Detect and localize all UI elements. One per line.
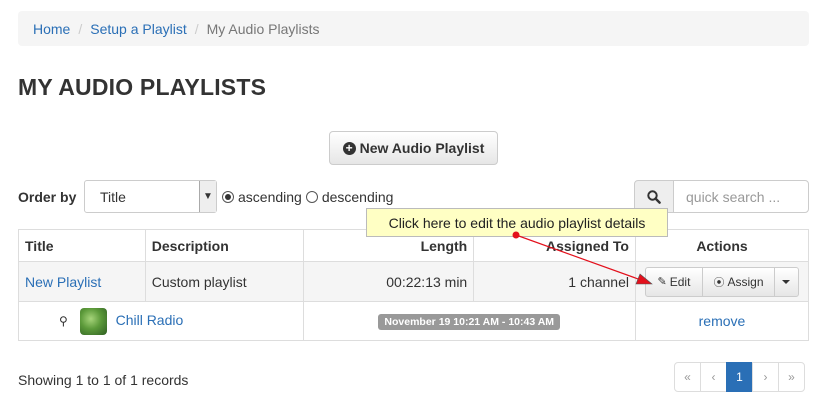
descending-radio[interactable] (305, 191, 318, 203)
column-header-description[interactable]: Description (144, 229, 304, 262)
pagination-next[interactable]: › (752, 362, 779, 392)
records-summary: Showing 1 to 1 of 1 records (18, 372, 189, 388)
caret-down-icon (782, 279, 791, 284)
breadcrumb-separator: / (78, 20, 83, 37)
edit-icon: ✎ (657, 276, 667, 288)
annotation-callout: Click here to edit the audio playlist de… (366, 208, 668, 237)
breadcrumb-setup-link[interactable]: Setup a Playlist (90, 21, 187, 37)
order-by-label: Order by (18, 189, 77, 205)
column-header-title[interactable]: Title (18, 229, 146, 262)
channel-thumbnail (79, 307, 107, 335)
channel-cell: ⚲ Chill Radio (18, 301, 304, 341)
pagination-last[interactable]: » (778, 362, 805, 392)
edit-button[interactable]: ✎ Edit (644, 266, 703, 297)
pagination-current[interactable]: 1 (726, 362, 753, 392)
quick-search-input[interactable] (673, 180, 809, 213)
playlists-table: Title Description Length Assigned To Act… (18, 229, 810, 341)
table-sub-row: ⚲ Chill Radio November 19 10:21 AM - 10:… (18, 301, 810, 341)
actions-button-group: ✎ Edit ⦿ Assign (644, 266, 799, 297)
assign-icon: ⦿ (713, 276, 725, 289)
plus-circle-icon: + (342, 141, 356, 155)
breadcrumb-current: My Audio Playlists (206, 20, 320, 37)
map-marker-icon: ⚲ (59, 314, 68, 328)
playlist-description: Custom playlist (144, 261, 304, 302)
table-row: New Playlist Custom playlist 00:22:13 mi… (18, 261, 810, 302)
breadcrumb-separator: / (194, 20, 199, 37)
playlist-length: 00:22:13 min (302, 261, 475, 302)
channel-link[interactable]: Chill Radio (116, 312, 184, 328)
pagination-prev[interactable]: ‹ (700, 362, 727, 392)
assign-label: Assign (727, 274, 764, 289)
playlist-assigned-to: 1 channel (473, 261, 636, 302)
new-audio-playlist-button[interactable]: + New Audio Playlist (329, 131, 498, 165)
schedule-time-badge: November 19 10:21 AM - 10:43 AM (378, 314, 561, 330)
pagination: « ‹ 1 › » (674, 362, 805, 392)
search-icon (647, 189, 661, 204)
edit-label: Edit (669, 274, 691, 289)
ascending-radio[interactable] (222, 191, 234, 203)
chevron-down-icon[interactable]: ▼ (199, 181, 216, 212)
order-by-selected: Title (100, 188, 126, 205)
actions-cell: ✎ Edit ⦿ Assign (634, 261, 810, 302)
new-audio-playlist-label: New Audio Playlist (359, 140, 485, 156)
ascending-label[interactable]: ascending (238, 189, 302, 205)
remove-link[interactable]: remove (699, 313, 746, 329)
schedule-cell: November 19 10:21 AM - 10:43 AM (302, 301, 636, 341)
breadcrumb: Home / Setup a Playlist / My Audio Playl… (18, 11, 809, 46)
assign-button[interactable]: ⦿ Assign (701, 266, 775, 297)
playlist-title-link[interactable]: New Playlist (25, 274, 101, 290)
page-title: MY AUDIO PLAYLISTS (18, 74, 267, 100)
breadcrumb-home-link[interactable]: Home (33, 21, 70, 37)
remove-cell: remove (634, 301, 810, 341)
descending-label[interactable]: descending (322, 189, 394, 205)
sort-direction-group: ascending descending (222, 189, 393, 205)
more-actions-dropdown-button[interactable] (773, 266, 799, 297)
order-by-select[interactable]: Title ▼ (84, 180, 217, 213)
pagination-first[interactable]: « (674, 362, 701, 392)
